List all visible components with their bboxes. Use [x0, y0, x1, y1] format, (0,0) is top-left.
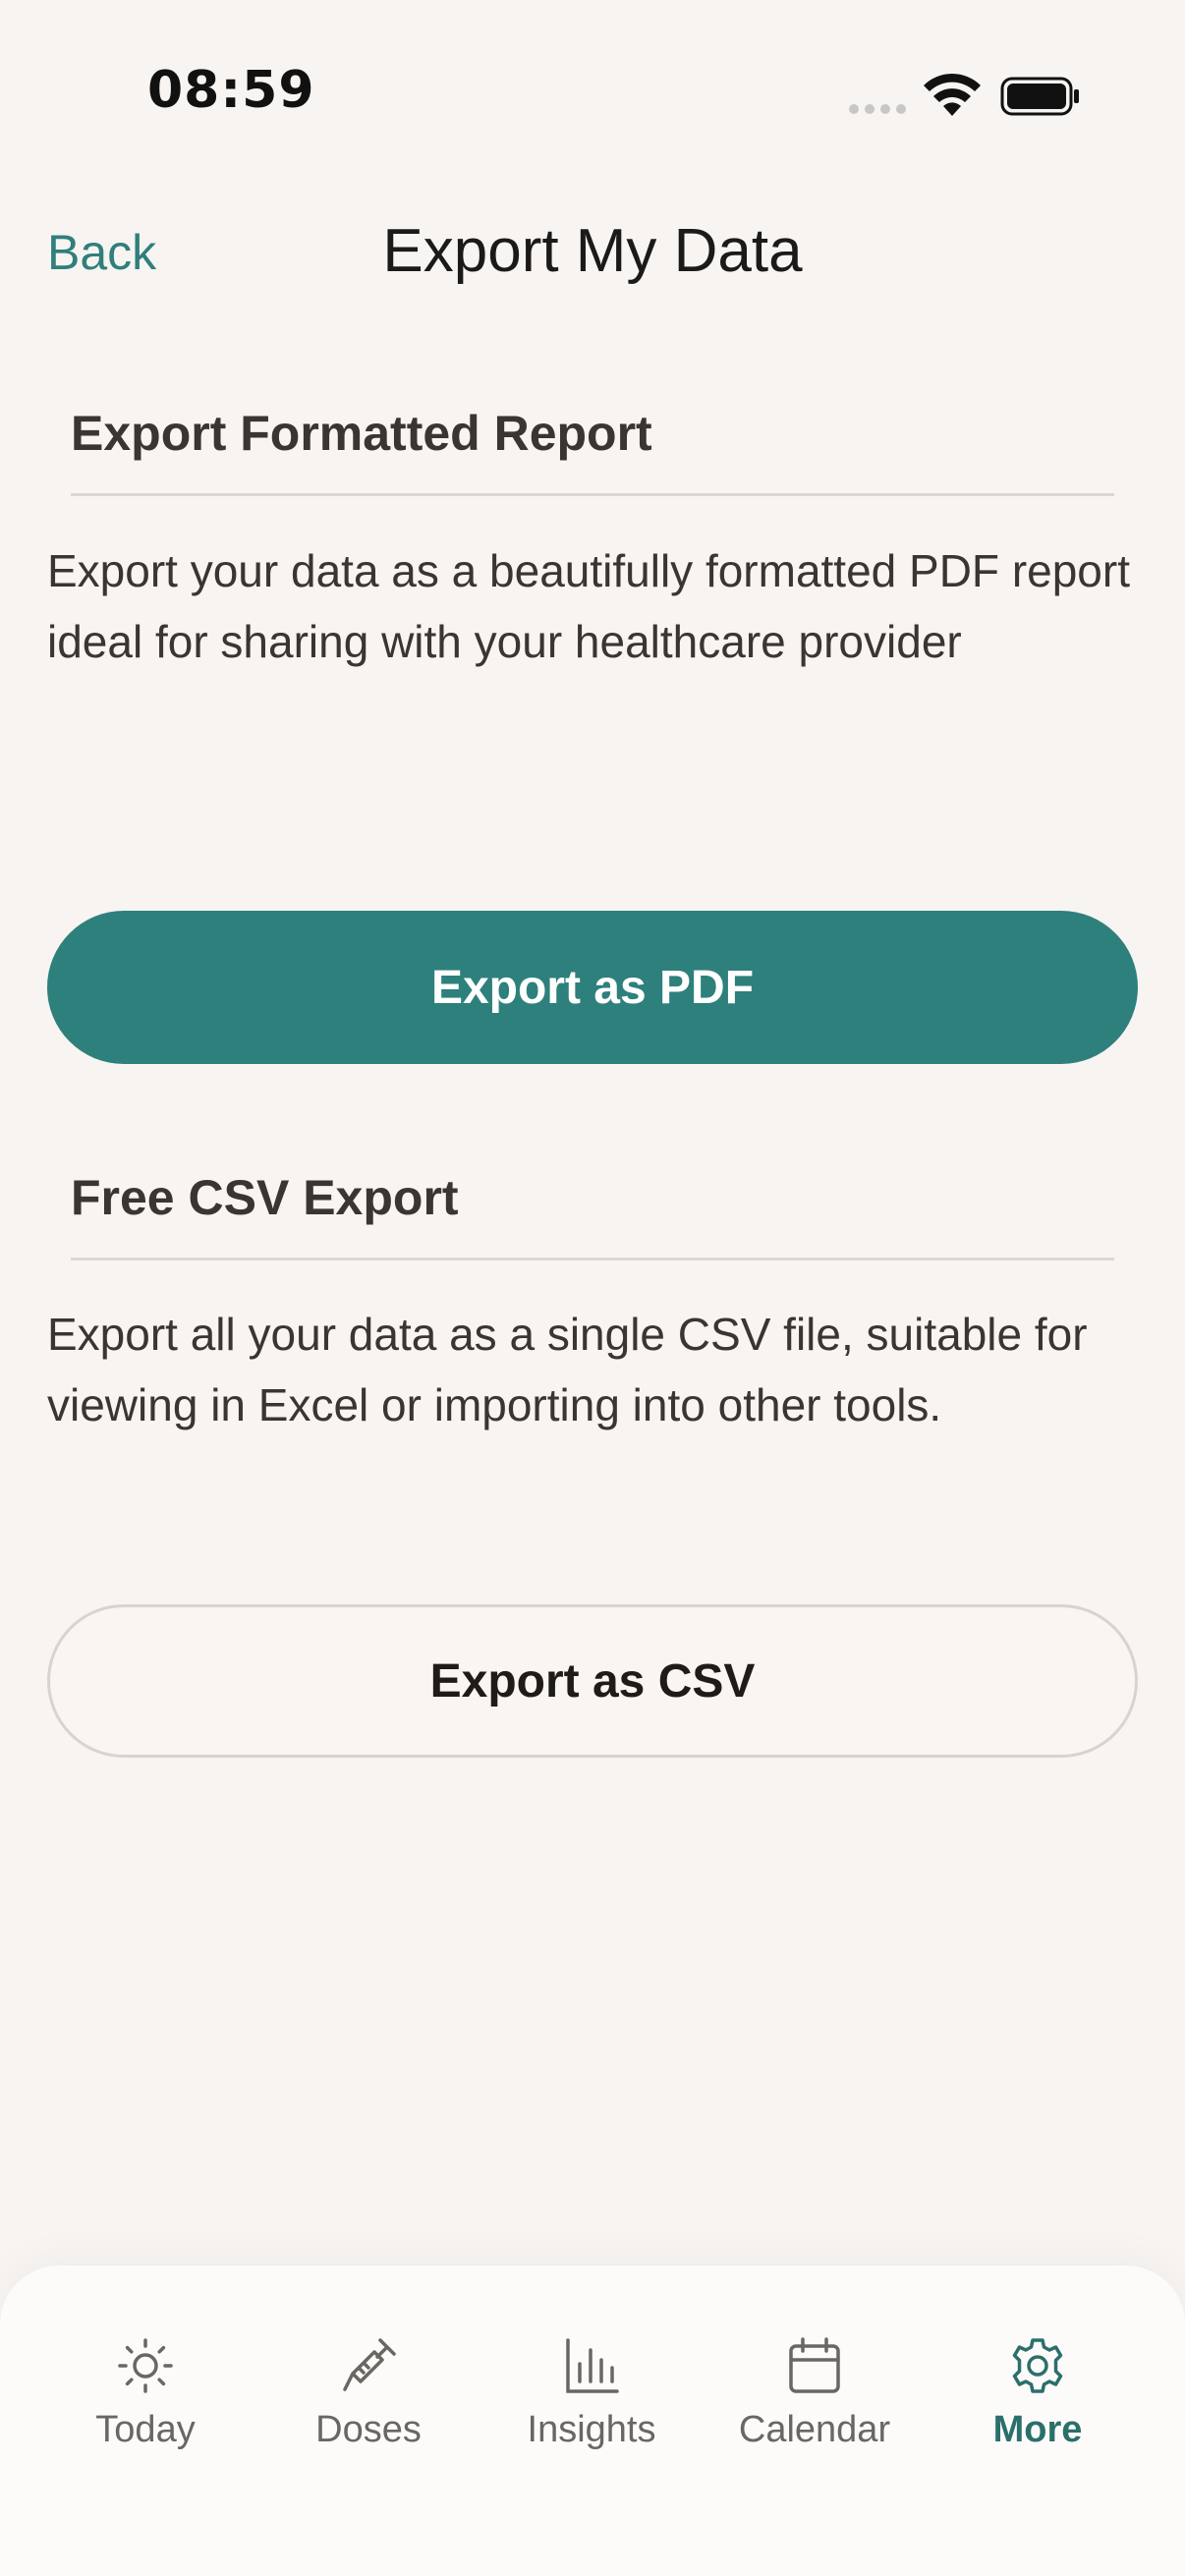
tab-doses-label: Doses	[315, 2409, 422, 2450]
tab-insights[interactable]: Insights	[493, 2334, 690, 2451]
pdf-section-description: Export your data as a beautifully format…	[47, 545, 1130, 667]
wifi-icon	[924, 73, 981, 116]
tab-bar: Today Doses Insights Calendar More	[0, 2266, 1185, 2576]
syringe-icon	[343, 2338, 396, 2391]
csv-section-heading: Free CSV Export	[71, 1170, 459, 1225]
export-csv-button[interactable]: Export as CSV	[47, 1604, 1138, 1758]
export-data-screen: 08:59 Export My Data Back Export Formatt…	[0, 0, 1185, 2576]
tab-doses[interactable]: Doses	[270, 2334, 467, 2451]
battery-icon	[1000, 77, 1079, 116]
tab-today-label: Today	[95, 2409, 196, 2450]
back-button[interactable]: Back	[47, 224, 156, 281]
cellular-signal-icon	[849, 104, 906, 114]
tab-insights-label: Insights	[527, 2409, 656, 2450]
sun-icon	[118, 2338, 173, 2393]
tab-more-label: More	[992, 2409, 1083, 2450]
tab-today[interactable]: Today	[47, 2334, 244, 2451]
tab-calendar-label: Calendar	[738, 2409, 891, 2450]
page-title: Export My Data	[382, 217, 803, 285]
export-pdf-button[interactable]: Export as PDF	[47, 911, 1138, 1064]
tab-calendar[interactable]: Calendar	[716, 2334, 913, 2451]
csv-section-divider	[71, 1258, 1114, 1260]
csv-section-description: Export all your data as a single CSV fil…	[47, 1309, 1088, 1430]
calendar-icon	[789, 2337, 840, 2393]
pdf-section-divider	[71, 493, 1114, 496]
status-time: 08:59	[147, 61, 315, 120]
tab-more[interactable]: More	[939, 2334, 1136, 2451]
gear-icon	[1012, 2338, 1063, 2393]
pdf-section-heading: Export Formatted Report	[71, 406, 652, 461]
bar-chart-icon	[566, 2338, 619, 2393]
status-bar: 08:59	[0, 0, 1185, 187]
